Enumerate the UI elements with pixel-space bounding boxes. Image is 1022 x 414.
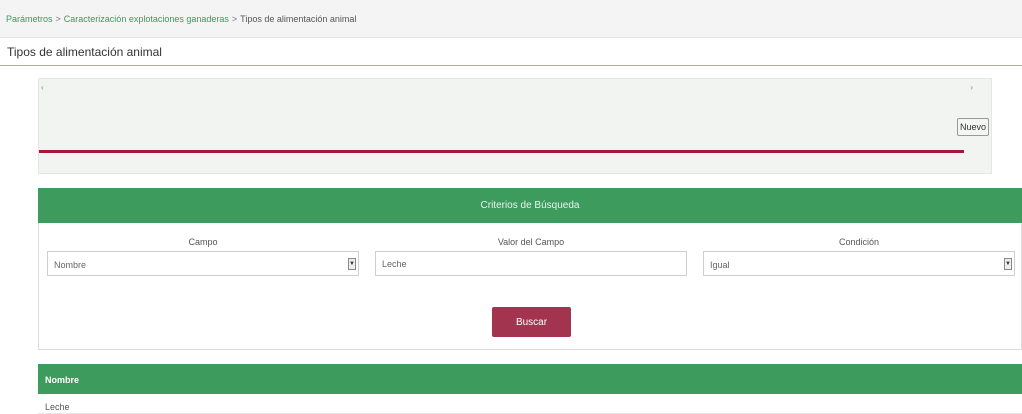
field-select-value: Nombre: [54, 260, 87, 270]
search-criteria-panel: Campo Nombre ▼ Valor del Campo Condición…: [38, 223, 1022, 350]
table-row[interactable]: Leche: [38, 394, 1022, 414]
value-label: Valor del Campo: [497, 237, 565, 247]
panel-right-marker: ›: [970, 83, 973, 92]
title-divider: [0, 65, 1022, 66]
breadcrumb-current: Tipos de alimentación animal: [240, 14, 357, 24]
condition-select[interactable]: Igual ▼: [703, 251, 1015, 276]
field-label: Campo: [188, 237, 218, 247]
breadcrumb-link-caracterizacion[interactable]: Caracterización explotaciones ganaderas: [64, 14, 229, 24]
breadcrumb: Parámetros > Caracterización explotaciones…: [0, 0, 1022, 38]
new-button[interactable]: Nuevo: [957, 118, 989, 136]
search-criteria-header: Criterios de Búsqueda: [38, 188, 1022, 223]
chevron-down-icon[interactable]: ▼: [348, 258, 356, 270]
chevron-down-icon[interactable]: ▼: [1004, 258, 1012, 270]
condition-label: Condición: [838, 237, 880, 247]
breadcrumb-separator: >: [55, 14, 61, 24]
breadcrumb-separator: >: [231, 14, 238, 24]
results-column-header-nombre[interactable]: Nombre: [38, 364, 1022, 394]
breadcrumb-link-parametros[interactable]: Parámetros: [6, 14, 53, 24]
panel-left-marker: ‹: [41, 83, 44, 92]
search-button[interactable]: Buscar: [492, 307, 571, 337]
value-input[interactable]: [375, 251, 687, 276]
action-panel: ‹ › Nuevo: [38, 78, 992, 174]
condition-select-value: Igual: [710, 260, 730, 270]
panel-divider: [39, 150, 964, 153]
field-select[interactable]: Nombre ▼: [47, 251, 359, 276]
table-cell-nombre: Leche: [45, 402, 70, 412]
page-title: Tipos de alimentación animal: [7, 45, 162, 59]
